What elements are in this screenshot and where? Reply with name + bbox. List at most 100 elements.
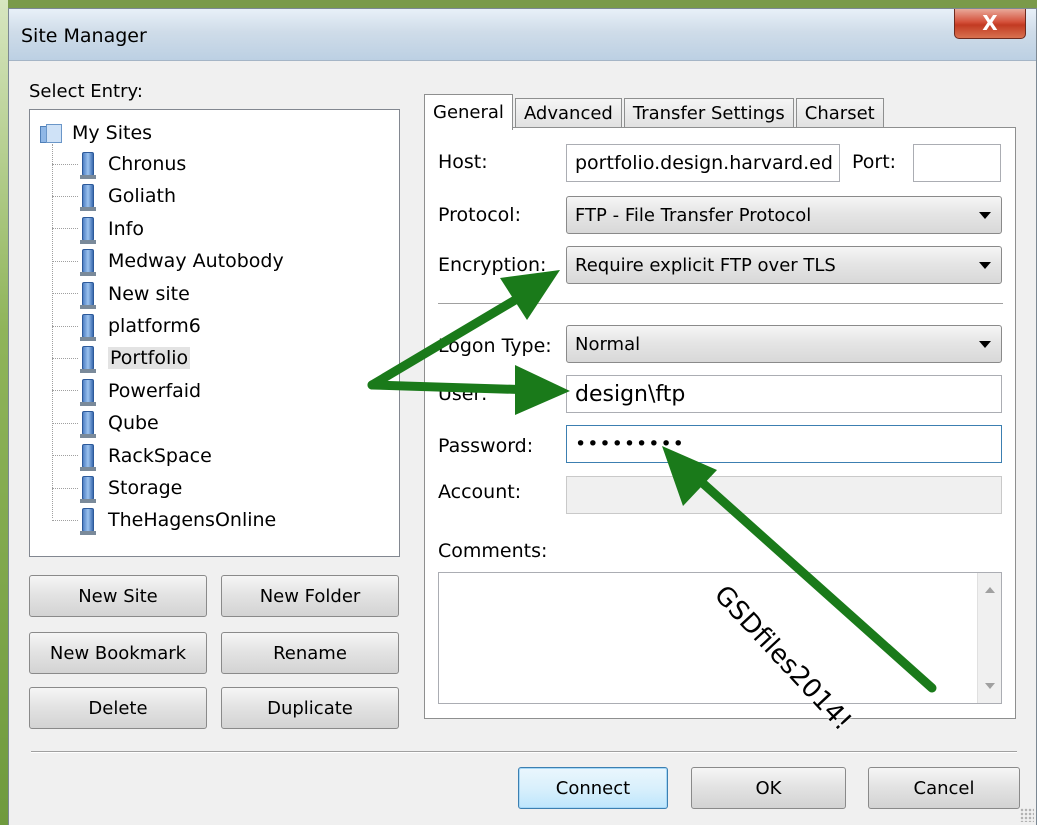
protocol-label: Protocol: [438, 204, 521, 226]
site-manager-window: Site Manager X Select Entry: My Sites Ch… [8, 8, 1037, 825]
tree-item-site[interactable]: Qube [52, 407, 159, 439]
host-label: Host: [438, 151, 488, 173]
select-entry-label: Select Entry: [29, 81, 143, 102]
account-input [566, 476, 1002, 514]
tree-root-label: My Sites [72, 122, 153, 144]
password-input[interactable]: ••••••••• [566, 425, 1002, 463]
tree-branch [52, 390, 78, 392]
encryption-value: Require explicit FTP over TLS [575, 254, 836, 276]
new-folder-button[interactable]: New Folder [221, 575, 399, 617]
tree-item-label: Portfolio [108, 347, 191, 370]
port-label: Port: [852, 151, 897, 173]
tree-branch [52, 357, 78, 359]
new-site-button[interactable]: New Site [29, 575, 207, 617]
user-label: User: [438, 383, 488, 405]
tree-branch [52, 163, 78, 165]
tree-item-label: New site [108, 282, 190, 305]
server-icon [80, 184, 96, 212]
server-icon [80, 508, 96, 536]
server-icon [80, 216, 96, 244]
tree-item-label: Goliath [108, 185, 177, 208]
ok-button[interactable]: OK [691, 767, 846, 809]
delete-button[interactable]: Delete [29, 687, 207, 729]
tree-item-site[interactable]: RackSpace [52, 440, 212, 472]
settings-tabs: General Advanced Transfer Settings Chars… [424, 94, 886, 130]
tree-item-site[interactable]: Chronus [52, 148, 186, 180]
tree-item-site[interactable]: TheHagensOnline [52, 504, 276, 536]
tree-item-site[interactable]: Medway Autobody [52, 245, 284, 277]
tree-item-site[interactable]: platform6 [52, 310, 201, 342]
server-icon [80, 378, 96, 406]
logon-type-label: Logon Type: [438, 335, 552, 357]
tree-item-label: Info [108, 217, 144, 240]
tree-branch [52, 487, 78, 489]
tree-item-site[interactable]: New site [52, 278, 190, 310]
chevron-down-icon [979, 341, 991, 348]
tree-item-site[interactable]: Goliath [52, 180, 176, 212]
logon-type-select[interactable]: Normal [566, 325, 1002, 363]
tree-item-label: TheHagensOnline [108, 509, 277, 532]
tree-item-site[interactable]: Portfolio [52, 342, 191, 374]
duplicate-button[interactable]: Duplicate [221, 687, 399, 729]
tree-branch [52, 260, 78, 262]
tree-item-site[interactable]: Storage [52, 472, 182, 504]
comments-scrollbar[interactable] [977, 573, 1001, 703]
protocol-value: FTP - File Transfer Protocol [575, 204, 812, 226]
tree-item-label: Powerfaid [108, 379, 202, 402]
server-icon [80, 314, 96, 341]
tree-branch [52, 422, 78, 424]
host-input[interactable]: portfolio.design.harvard.ed [566, 144, 840, 182]
scroll-up-icon[interactable] [985, 587, 995, 593]
window-title: Site Manager [21, 25, 147, 47]
tab-charset[interactable]: Charset [795, 98, 884, 128]
tab-advanced[interactable]: Advanced [514, 98, 622, 128]
connect-button[interactable]: Connect [518, 767, 668, 809]
password-label: Password: [438, 435, 534, 457]
new-bookmark-button[interactable]: New Bookmark [29, 632, 207, 674]
server-icon [80, 476, 96, 503]
tree-item-label: Storage [108, 477, 183, 499]
tree-item-label: RackSpace [108, 444, 212, 467]
tree-item-label: Medway Autobody [108, 250, 284, 273]
protocol-select[interactable]: FTP - File Transfer Protocol [566, 196, 1002, 234]
server-icon [80, 249, 96, 277]
server-icon [80, 346, 96, 374]
tree-root-my-sites[interactable]: My Sites [40, 118, 152, 148]
resize-grip-icon[interactable] [1020, 808, 1034, 822]
server-icon [80, 152, 96, 179]
encryption-label: Encryption: [438, 254, 547, 276]
desktop-edge [0, 0, 8, 825]
tree-branch [52, 325, 78, 327]
title-bar[interactable]: Site Manager X [9, 9, 1036, 61]
account-label: Account: [438, 481, 522, 503]
tree-branch [52, 228, 78, 230]
tab-general[interactable]: General [424, 94, 513, 130]
user-input[interactable]: design\ftp [566, 375, 1002, 413]
folder-icon [40, 124, 62, 143]
tree-item-label: Qube [108, 412, 159, 435]
chevron-down-icon [979, 262, 991, 269]
tree-branch [52, 455, 78, 457]
chevron-down-icon [979, 212, 991, 219]
port-input[interactable] [913, 144, 1001, 182]
logon-type-value: Normal [575, 333, 641, 355]
panel-divider [438, 303, 1003, 305]
tree-item-label: Chronus [108, 153, 187, 175]
encryption-select[interactable]: Require explicit FTP over TLS [566, 246, 1002, 284]
cancel-button[interactable]: Cancel [868, 767, 1020, 809]
tree-item-site[interactable]: Powerfaid [52, 375, 201, 407]
tree-item-label: platform6 [108, 315, 201, 337]
site-tree[interactable]: My Sites Chronus Goliath Info Medway Autobo… [29, 109, 400, 557]
tree-item-site[interactable]: Info [52, 213, 144, 245]
tree-branch [52, 195, 78, 197]
server-icon [80, 281, 96, 309]
close-button[interactable]: X [954, 9, 1026, 39]
comments-label: Comments: [438, 540, 548, 562]
scroll-down-icon[interactable] [985, 683, 995, 689]
server-icon [80, 443, 96, 471]
rename-button[interactable]: Rename [221, 632, 399, 674]
tree-branch [52, 293, 78, 295]
tab-transfer-settings[interactable]: Transfer Settings [623, 98, 794, 128]
server-icon [80, 411, 96, 439]
footer-divider [31, 751, 1017, 753]
